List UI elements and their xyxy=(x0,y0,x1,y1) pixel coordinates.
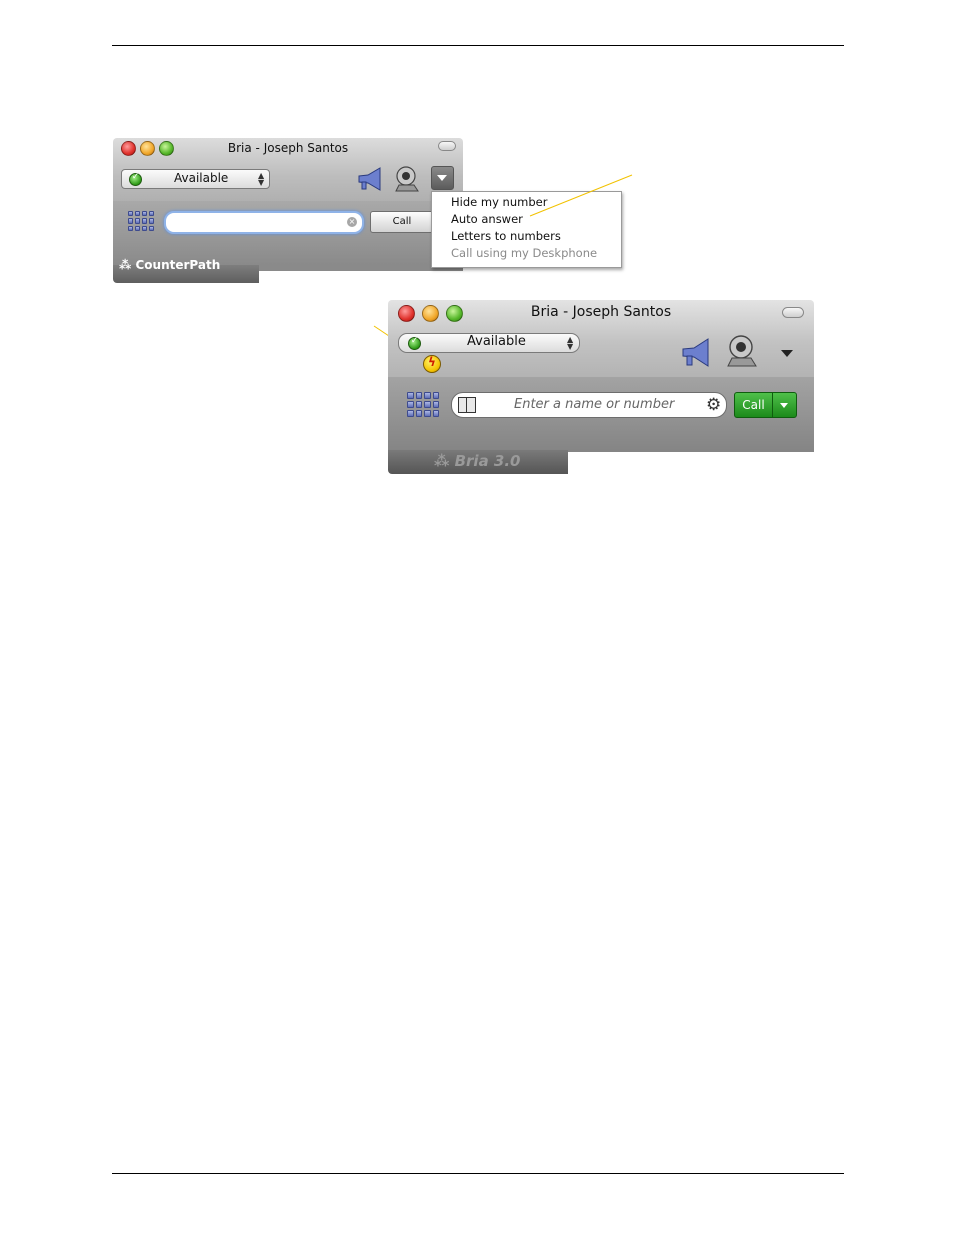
auto-answer-bolt-icon xyxy=(423,355,441,373)
dropdown-arrow-icon[interactable] xyxy=(779,346,795,360)
presence-select[interactable]: Available ▲▼ xyxy=(398,333,580,353)
contacts-book-icon[interactable] xyxy=(458,397,476,413)
bria-logo: ⁂ Bria 3.0 xyxy=(434,452,520,470)
search-placeholder: Enter a name or number xyxy=(514,397,675,412)
footer-rule xyxy=(112,1173,844,1174)
presence-label: Available xyxy=(467,334,526,349)
select-arrows-icon: ▲ ▼ xyxy=(567,335,574,351)
search-input[interactable]: Enter a name or number ⚙ xyxy=(451,392,727,418)
keypad-icon[interactable] xyxy=(407,392,439,417)
available-status-icon xyxy=(408,336,421,350)
callout-lines xyxy=(373,174,633,361)
gear-icon[interactable]: ⚙ xyxy=(706,395,721,415)
window-title: Bria - Joseph Santos xyxy=(530,304,672,320)
bria-window-large: Bria - Joseph Santos Available ▲▼ Enter … xyxy=(388,300,814,474)
call-button[interactable]: Call xyxy=(734,392,773,418)
brand-text: Bria 3.0 xyxy=(454,452,521,470)
call-options-button[interactable] xyxy=(772,392,797,418)
window-footer-edge xyxy=(568,450,814,452)
brand-glyph-icon: ⁂ xyxy=(434,452,450,470)
webcam-icon[interactable] xyxy=(726,333,760,367)
toolbar-toggle-button[interactable] xyxy=(782,307,804,318)
megaphone-icon[interactable] xyxy=(680,336,712,368)
